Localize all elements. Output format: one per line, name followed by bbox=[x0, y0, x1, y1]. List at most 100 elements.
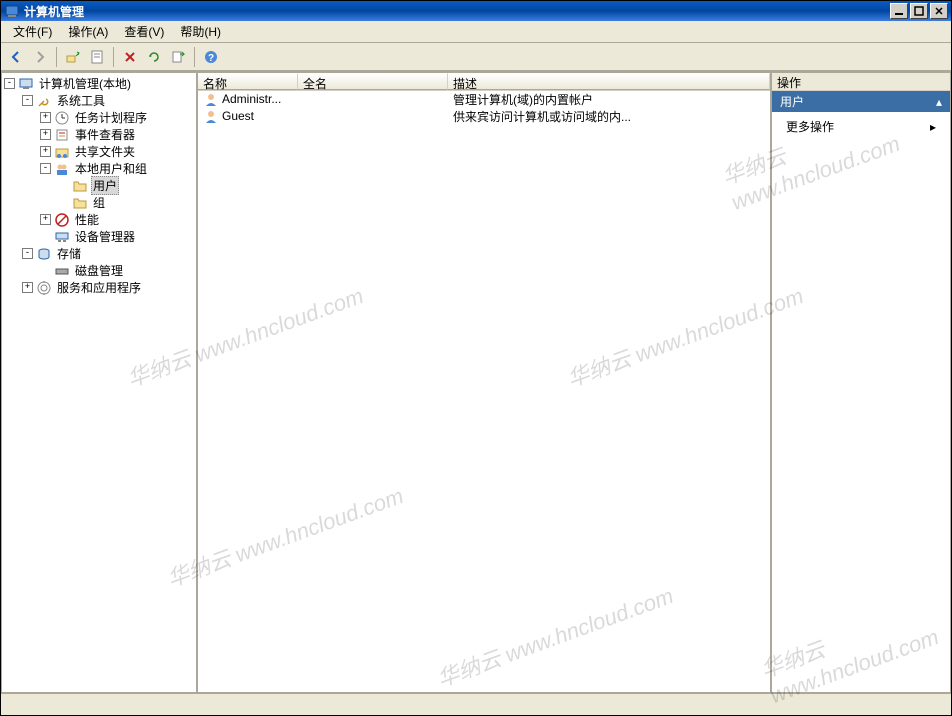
titlebar[interactable]: 计算机管理 bbox=[1, 1, 951, 21]
device-manager-icon bbox=[54, 229, 70, 245]
tree-label: 任务计划程序 bbox=[73, 109, 149, 126]
tree-label: 系统工具 bbox=[55, 92, 107, 109]
tree-task-scheduler[interactable]: + 任务计划程序 bbox=[40, 109, 194, 126]
minimize-button[interactable] bbox=[890, 3, 908, 19]
shared-folder-icon bbox=[54, 144, 70, 160]
tree-local-users[interactable]: - 本地用户和组 bbox=[40, 160, 194, 177]
tree-device-manager[interactable]: 设备管理器 bbox=[40, 228, 194, 245]
menubar: 文件(F) 操作(A) 查看(V) 帮助(H) bbox=[1, 21, 951, 43]
actions-more[interactable]: 更多操作 ▸ bbox=[772, 112, 950, 141]
expander-icon[interactable]: - bbox=[22, 95, 33, 106]
menu-help[interactable]: 帮助(H) bbox=[172, 21, 229, 42]
properties-button[interactable] bbox=[86, 46, 108, 68]
menu-action[interactable]: 操作(A) bbox=[60, 21, 116, 42]
tree-panel[interactable]: - 计算机管理(本地) - 系统工具 bbox=[1, 72, 197, 693]
tree-label: 本地用户和组 bbox=[73, 160, 149, 177]
toolbar-separator bbox=[194, 47, 195, 67]
tree-label: 共享文件夹 bbox=[73, 143, 137, 160]
cell-desc: 供来宾访问计算机或访问域的内... bbox=[448, 108, 770, 125]
column-fullname[interactable]: 全名 bbox=[298, 73, 448, 90]
tree-shared-folders[interactable]: + 共享文件夹 bbox=[40, 143, 194, 160]
tree-label-selected: 用户 bbox=[91, 176, 119, 195]
actions-section-title[interactable]: 用户 ▴ bbox=[772, 91, 950, 112]
tree-services-apps[interactable]: + 服务和应用程序 bbox=[22, 279, 194, 296]
nav-forward-button[interactable] bbox=[29, 46, 51, 68]
tree-storage[interactable]: - 存储 bbox=[22, 245, 194, 262]
services-icon bbox=[36, 280, 52, 296]
nav-back-button[interactable] bbox=[5, 46, 27, 68]
expander-icon[interactable]: + bbox=[40, 129, 51, 140]
toolbar-separator bbox=[56, 47, 57, 67]
tree-label: 设备管理器 bbox=[73, 228, 137, 245]
toolbar: ? bbox=[1, 43, 951, 71]
maximize-button[interactable] bbox=[910, 3, 928, 19]
tree-event-viewer[interactable]: + 事件查看器 bbox=[40, 126, 194, 143]
chevron-right-icon: ▸ bbox=[930, 120, 936, 134]
tree-users[interactable]: 用户 bbox=[58, 177, 194, 194]
tree-label: 事件查看器 bbox=[73, 126, 137, 143]
svg-text:?: ? bbox=[208, 53, 214, 64]
app-icon bbox=[4, 3, 20, 19]
list-row[interactable]: Administr... 管理计算机(域)的内置帐户 bbox=[198, 91, 770, 108]
content-area: - 计算机管理(本地) - 系统工具 bbox=[1, 71, 951, 693]
users-group-icon bbox=[54, 161, 70, 177]
storage-icon bbox=[36, 246, 52, 262]
computer-icon bbox=[18, 76, 34, 92]
cell-name: Administr... bbox=[222, 92, 281, 106]
clock-icon bbox=[54, 110, 70, 126]
column-name[interactable]: 名称 bbox=[198, 73, 298, 90]
up-button[interactable] bbox=[62, 46, 84, 68]
list-row[interactable]: Guest 供来宾访问计算机或访问域的内... bbox=[198, 108, 770, 125]
expander-icon[interactable]: + bbox=[40, 146, 51, 157]
expander-none bbox=[58, 197, 69, 208]
column-desc[interactable]: 描述 bbox=[448, 73, 770, 90]
refresh-button[interactable] bbox=[143, 46, 165, 68]
actions-section-text: 用户 bbox=[780, 93, 804, 110]
user-icon bbox=[203, 109, 219, 125]
actions-more-text: 更多操作 bbox=[786, 118, 834, 135]
toolbar-separator bbox=[113, 47, 114, 67]
folder-icon bbox=[72, 195, 88, 211]
tree-label: 服务和应用程序 bbox=[55, 279, 143, 296]
expander-icon[interactable]: - bbox=[22, 248, 33, 259]
help-button[interactable]: ? bbox=[200, 46, 222, 68]
window-title: 计算机管理 bbox=[24, 3, 890, 20]
statusbar bbox=[1, 693, 951, 715]
tree-label: 性能 bbox=[73, 211, 101, 228]
cell-name: Guest bbox=[222, 109, 254, 123]
tree-disk-mgmt[interactable]: 磁盘管理 bbox=[40, 262, 194, 279]
close-button[interactable] bbox=[930, 3, 948, 19]
tree-system-tools[interactable]: - 系统工具 bbox=[22, 92, 194, 109]
export-button[interactable] bbox=[167, 46, 189, 68]
tree-root[interactable]: - 计算机管理(本地) bbox=[4, 75, 194, 92]
tree-label: 磁盘管理 bbox=[73, 262, 125, 279]
expander-icon[interactable]: + bbox=[40, 214, 51, 225]
actions-panel: 操作 用户 ▴ 更多操作 ▸ bbox=[771, 72, 951, 693]
tree-label: 组 bbox=[91, 194, 107, 211]
tree-groups[interactable]: 组 bbox=[58, 194, 194, 211]
expander-icon[interactable]: - bbox=[40, 163, 51, 174]
list-body[interactable]: Administr... 管理计算机(域)的内置帐户 Guest 供来宾访问计算… bbox=[198, 91, 770, 692]
expander-icon[interactable]: + bbox=[22, 282, 33, 293]
expander-icon[interactable]: - bbox=[4, 78, 15, 89]
disk-icon bbox=[54, 263, 70, 279]
performance-icon bbox=[54, 212, 70, 228]
actions-header: 操作 bbox=[772, 73, 950, 91]
expander-none bbox=[40, 231, 51, 242]
collapse-icon: ▴ bbox=[936, 95, 942, 109]
tree-label: 计算机管理(本地) bbox=[37, 75, 133, 92]
main-window: 计算机管理 文件(F) 操作(A) 查看(V) 帮助(H) ? bbox=[0, 0, 952, 716]
tools-icon bbox=[36, 93, 52, 109]
folder-icon bbox=[72, 178, 88, 194]
user-icon bbox=[203, 92, 219, 108]
delete-button[interactable] bbox=[119, 46, 141, 68]
tree-performance[interactable]: + 性能 bbox=[40, 211, 194, 228]
event-icon bbox=[54, 127, 70, 143]
tree-label: 存储 bbox=[55, 245, 83, 262]
menu-view[interactable]: 查看(V) bbox=[116, 21, 172, 42]
expander-none bbox=[40, 265, 51, 276]
list-header: 名称 全名 描述 bbox=[198, 73, 770, 91]
menu-file[interactable]: 文件(F) bbox=[5, 21, 60, 42]
expander-icon[interactable]: + bbox=[40, 112, 51, 123]
list-panel: 名称 全名 描述 Administr... 管理计算机(域)的内置帐户 Gues… bbox=[197, 72, 771, 693]
